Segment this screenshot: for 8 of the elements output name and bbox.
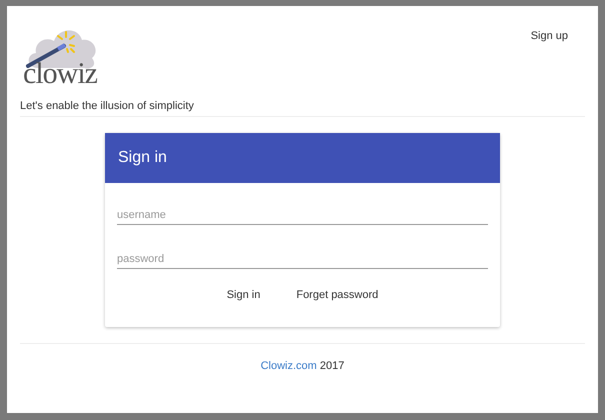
- footer-text: Clowiz.com 2017: [260, 360, 346, 372]
- forget-password-button[interactable]: Forget password: [294, 285, 380, 305]
- card-title: Sign in: [118, 149, 167, 167]
- logo-text: clowiz: [23, 58, 97, 90]
- tagline: Let's enable the illusion of simplicity: [20, 100, 194, 112]
- footer-link[interactable]: Clowiz.com: [260, 360, 317, 372]
- sign-up-link[interactable]: Sign up: [530, 30, 568, 42]
- sign-in-button[interactable]: Sign in: [224, 285, 262, 305]
